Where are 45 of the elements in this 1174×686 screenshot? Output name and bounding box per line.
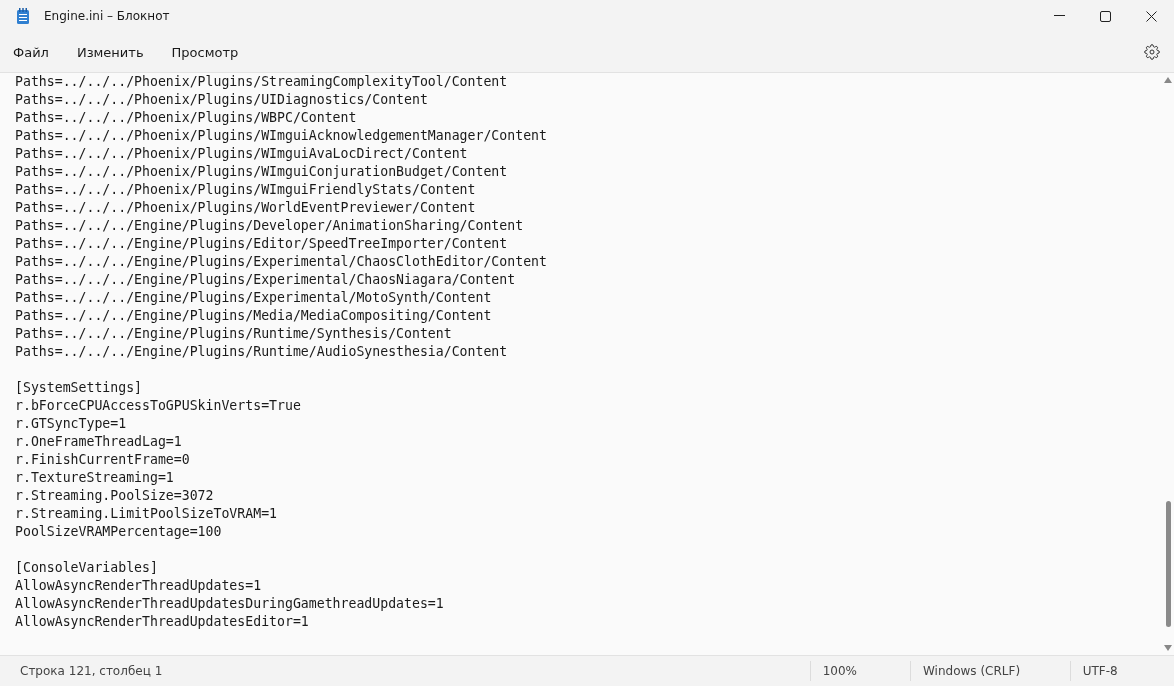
text-line: r.GTSyncType=1: [15, 415, 128, 433]
text-line: Paths=../../../Engine/Plugins/Experimental/MotoSynth/Content: [15, 289, 493, 307]
menu-item[interactable]: Просмотр: [162, 38, 248, 66]
text-line: Paths=../../../Engine/Plugins/Developer/AnimationSharing/Content: [15, 217, 525, 235]
text-line: r.Streaming.LimitPoolSizeToVRAM=1: [15, 505, 278, 523]
text-line: r.Streaming.PoolSize=3072: [15, 487, 215, 505]
text-line: Paths=../../../Engine/Plugins/Media/MediaCompositing/Content: [15, 307, 493, 325]
minimize-icon: [1053, 15, 1065, 17]
text-line: Paths=../../../Phoenix/Plugins/WImguiConjurationBudget/Content: [15, 163, 509, 181]
line-endings: Windows (CRLF): [910, 661, 1070, 681]
window-title: Engine.ini – Блокнот: [44, 9, 171, 23]
text-line: Paths=../../../Phoenix/Plugins/UIDiagnostics/Content: [15, 91, 429, 109]
text-line: PoolSizeVRAMPercentage=100: [15, 523, 223, 541]
text-line: AllowAsyncRenderThreadUpdatesEditor=1: [15, 613, 310, 631]
maximize-icon: [1099, 10, 1111, 22]
text-line: Paths=../../../Engine/Plugins/Editor/SpeedTreeImporter/Content: [15, 235, 509, 253]
text-line: Paths=../../../Phoenix/Plugins/WBPC/Content: [15, 109, 358, 127]
encoding: UTF-8: [1069, 661, 1174, 681]
scroll-down-icon[interactable]: [1164, 645, 1172, 651]
text-line: r.FinishCurrentFrame=0: [15, 451, 191, 469]
text-line: Paths=../../../Engine/Plugins/Experimental/ChaosNiagara/Content: [15, 271, 517, 289]
text-line: [SystemSettings]: [15, 379, 144, 397]
menu-item[interactable]: Изменить: [67, 38, 153, 66]
scroll-up-icon[interactable]: [1164, 77, 1172, 83]
zoom-level: 100%: [809, 661, 910, 681]
menu-item[interactable]: Файл: [4, 38, 58, 66]
text-line: Paths=../../../Engine/Plugins/Runtime/Synthesis/Content: [15, 325, 453, 343]
text-line: r.OneFrameThreadLag=1: [15, 433, 183, 451]
cursor-position: Строка 121, столбец 1: [19, 663, 164, 680]
text-line: AllowAsyncRenderThreadUpdatesDuringGamethreadUpdates=1: [15, 595, 445, 613]
close-icon: [1145, 10, 1157, 22]
text-line: AllowAsyncRenderThreadUpdates=1: [15, 577, 263, 595]
text-line: Paths=../../../Engine/Plugins/Experimental/ChaosClothEditor/Content: [15, 253, 548, 271]
text-line: Paths=../../../Phoenix/Plugins/WImguiAcknowledgementManager/Content: [15, 127, 548, 145]
text-line: r.TextureStreaming=1: [15, 469, 175, 487]
scrollbar-thumb[interactable]: [1165, 501, 1171, 627]
text-line: [ConsoleVariables]: [15, 559, 159, 577]
text-line: Paths=../../../Phoenix/Plugins/StreamingComplexityTool/Content: [15, 73, 509, 91]
settings-icon: [1144, 44, 1160, 60]
text-line: Paths=../../../Engine/Plugins/Runtime/AudioSynesthesia/Content: [15, 343, 509, 361]
text-line: Paths=../../../Phoenix/Plugins/WorldEventPreviewer/Content: [15, 199, 477, 217]
text-line: Paths=../../../Phoenix/Plugins/WImguiFriendlyStats/Content: [15, 181, 477, 199]
text-line: r.bForceCPUAccessToGPUSkinVerts=True: [15, 397, 302, 415]
text-line: Paths=../../../Phoenix/Plugins/WImguiAvaLocDirect/Content: [15, 145, 469, 163]
notepad-icon: [16, 8, 30, 24]
